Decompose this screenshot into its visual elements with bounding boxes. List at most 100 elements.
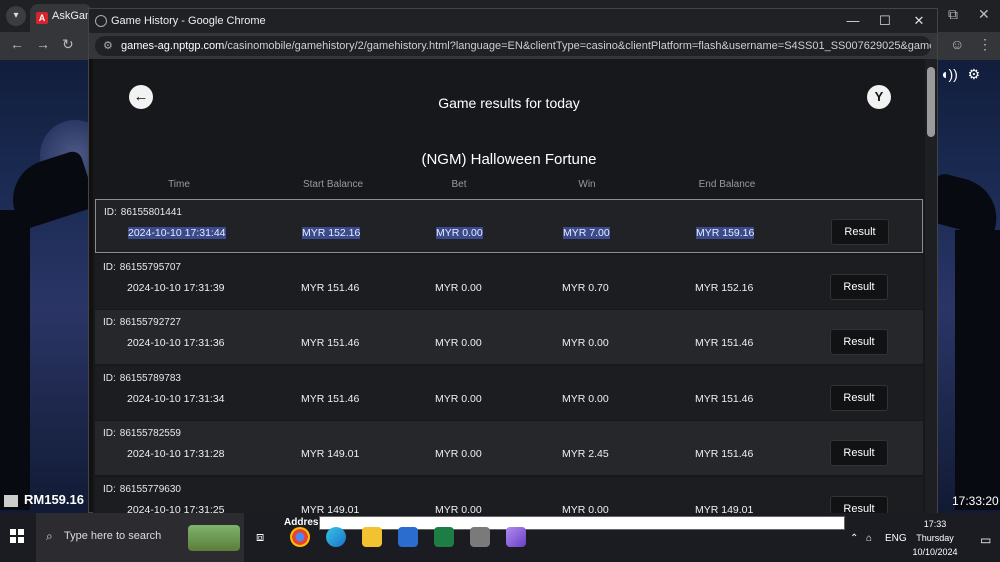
url-field[interactable]: ⚙ games-ag.nptgp.com/casinomobile/gamehi… (95, 36, 931, 56)
cell-time: 2024-10-10 17:31:36 (127, 337, 225, 349)
taskbar-clock[interactable]: 17:33 Thursday 10/10/2024 (900, 517, 970, 559)
word-taskbar-icon[interactable] (398, 527, 418, 547)
taskbar-day: Thursday (916, 533, 954, 543)
cell-win-value: MYR 2.45 (562, 448, 609, 460)
table-row[interactable]: ID: 86155779630 2024-10-10 17:31:25 MYR 149… (95, 476, 923, 514)
site-info-icon[interactable]: ⚙ (103, 39, 113, 52)
cell-bet-value: MYR 0.00 (436, 227, 483, 239)
round-id-value: 86155801441 (120, 207, 182, 218)
close-icon[interactable]: ✕ (911, 13, 927, 29)
column-header-end-balance: End Balance (698, 179, 756, 190)
table-row[interactable]: ID: 86155789783 2024-10-10 17:31:34 MYR 151… (95, 365, 923, 420)
settings-gear-icon[interactable]: ⚙ (968, 66, 981, 82)
cell-bet: MYR 0.00 (435, 282, 482, 294)
url-host: games-ag.nptgp.com (121, 40, 225, 52)
result-button[interactable]: Result (830, 329, 888, 355)
table-row[interactable]: ID: 86155795707 2024-10-10 17:31:39 MYR 151… (95, 254, 923, 309)
taskbar-date: 10/10/2024 (912, 547, 958, 557)
back-arrow-icon[interactable]: ← (10, 36, 24, 52)
cell-bet: MYR 0.00 (435, 337, 482, 349)
outer-tab[interactable]: A AskGambl (30, 4, 92, 32)
cell-start-balance-value: MYR 151.46 (301, 337, 360, 349)
column-header-win: Win (578, 179, 596, 190)
game-history-page: ← Y Game results for today (NGM) Hallowe… (93, 59, 925, 514)
result-button[interactable]: Result (830, 384, 888, 411)
game-name: (NGM) Halloween Fortune (421, 151, 597, 168)
popup-address-bar: ⚙ games-ag.nptgp.com/casinomobile/gamehi… (89, 33, 937, 59)
round-id-prefix: ID: (103, 372, 116, 384)
cell-end-balance: MYR 152.16 (695, 282, 753, 294)
result-button[interactable]: Result (830, 273, 888, 300)
feather-app-taskbar-icon[interactable] (506, 527, 526, 547)
cell-win-value: MYR 0.00 (562, 392, 609, 405)
popup-window-title: Game History - Google Chrome (111, 15, 266, 27)
table-row[interactable]: ID: 86155782559 2024-10-10 17:31:28 MYR 149… (95, 421, 923, 475)
result-button[interactable]: Result (830, 440, 888, 466)
cell-end-balance-value: MYR 152.16 (695, 281, 754, 294)
cell-start-balance-value: MYR 152.16 (302, 227, 361, 239)
table-row[interactable]: ID: 86155801441 2024-10-10 17:31:44 MYR 152… (95, 199, 923, 253)
table-row[interactable]: ID: 86155792727 2024-10-10 17:31:36 MYR 151… (95, 310, 923, 364)
close-icon[interactable]: ✕ (978, 6, 990, 23)
scrollbar[interactable] (925, 59, 937, 514)
askgamblers-favicon-icon: A (36, 12, 48, 24)
cell-bet-value: MYR 0.00 (435, 448, 482, 460)
chrome-taskbar-icon[interactable] (290, 527, 310, 547)
minimize-icon[interactable]: — (845, 13, 861, 29)
balance-value: RM159.16 (24, 492, 84, 507)
restore-icon[interactable]: ⧉ (948, 6, 958, 23)
cell-win-value: MYR 0.00 (562, 337, 609, 349)
coins-icon (4, 494, 18, 507)
outer-tab-title: AskGambl (52, 10, 92, 22)
cell-start-balance: MYR 151.46 (301, 393, 359, 405)
tray-chevron-icon[interactable]: ⌃ (850, 533, 858, 544)
edge-taskbar-icon[interactable] (326, 527, 346, 547)
cell-end-balance-value: MYR 151.46 (695, 448, 754, 460)
cell-bet: MYR 0.00 (435, 448, 482, 460)
result-button[interactable]: Result (830, 495, 888, 514)
round-id: ID: 86155789783 (103, 373, 181, 384)
windows-start-icon[interactable] (10, 529, 24, 543)
cell-time: 2024-10-10 17:31:34 (127, 393, 225, 405)
cell-win: MYR 0.00 (562, 337, 609, 349)
tab-search-dropdown[interactable]: ▾ (6, 6, 26, 26)
game-side-icons: ◖)) ⚙ (940, 66, 980, 83)
round-id-value: 86155779630 (119, 483, 181, 495)
notification-icon[interactable]: ▭ (980, 533, 991, 547)
round-id: ID: 86155782559 (103, 428, 181, 439)
search-placeholder: Type here to search (64, 530, 162, 542)
column-header-time: Time (168, 179, 190, 190)
reload-icon[interactable]: ↻ (62, 36, 74, 53)
cell-end-balance: MYR 151.46 (695, 448, 753, 460)
cell-time-value: 2024-10-10 17:31:39 (127, 281, 225, 294)
forward-arrow-icon[interactable]: → (36, 36, 50, 52)
sound-icon[interactable]: ◖)) (940, 66, 958, 82)
popup-titlebar: Game History - Google Chrome — ☐ ✕ (89, 9, 937, 33)
scrollbar-thumb[interactable] (927, 67, 935, 137)
round-id-prefix: ID: (103, 428, 116, 439)
cell-win: MYR 0.00 (562, 393, 609, 405)
cell-time: 2024-10-10 17:31:28 (127, 448, 225, 460)
file-explorer-taskbar-icon[interactable] (362, 527, 382, 547)
network-icon[interactable]: ⌂ (866, 533, 872, 544)
result-button[interactable]: Result (831, 219, 889, 245)
game-history-window: Game History - Google Chrome — ☐ ✕ ⚙ gam… (88, 8, 938, 514)
tree-graphic-right (955, 230, 1000, 510)
column-header-start-balance: Start Balance (302, 179, 364, 190)
task-view-icon[interactable]: ⧈ (256, 529, 264, 545)
cell-time-value: 2024-10-10 17:31:34 (127, 392, 225, 405)
game-balance: RM159.16 (4, 492, 84, 507)
taskbar-search[interactable]: ⌕ Type here to search (36, 513, 244, 562)
maximize-icon[interactable]: ☐ (877, 13, 893, 29)
cell-win-value: MYR 0.70 (562, 281, 609, 294)
cell-win: MYR 7.00 (563, 227, 610, 239)
calculator-taskbar-icon[interactable] (470, 527, 490, 547)
menu-kebab-icon[interactable]: ⋮ (978, 36, 992, 53)
round-id-value: 86155782559 (119, 428, 181, 439)
cell-end-balance: MYR 151.46 (695, 337, 753, 349)
cell-bet-value: MYR 0.00 (435, 337, 482, 349)
profile-avatar-icon[interactable]: ☺ (950, 36, 964, 52)
excel-taskbar-icon[interactable] (434, 527, 454, 547)
cell-end-balance-value: MYR 159.16 (696, 227, 755, 239)
cell-end-balance-value: MYR 151.46 (695, 392, 754, 405)
